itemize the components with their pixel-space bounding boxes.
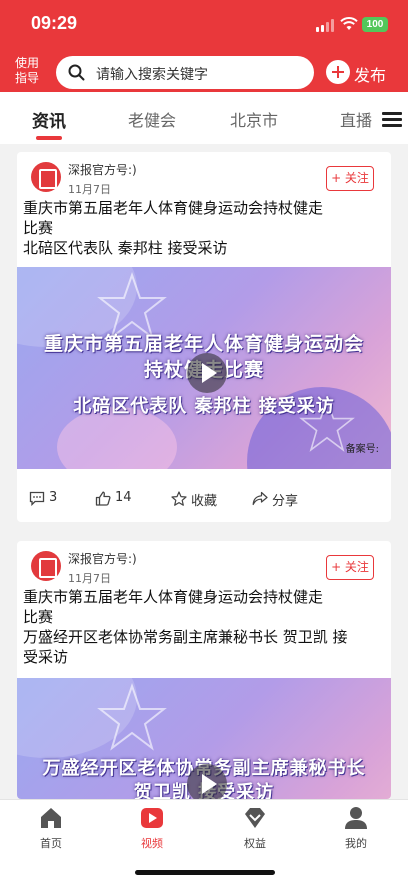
post-title-line: 北碚区代表队 秦邦柱 接受采访 <box>23 239 228 257</box>
follow-button[interactable]: + 关注 <box>326 555 374 580</box>
plus-icon <box>326 60 350 84</box>
comment-icon <box>29 491 45 506</box>
nav-video[interactable]: 视频 <box>122 806 182 850</box>
post-title-line: 比赛 <box>23 608 54 626</box>
status-time: 09:29 <box>31 13 78 33</box>
nav-benefits-label: 权益 <box>244 837 266 850</box>
usage-guide-label-line1: 使用 <box>14 56 39 70</box>
post-title-line: 比赛 <box>23 219 54 237</box>
wifi-icon <box>340 17 358 30</box>
tab-beijing[interactable]: 北京市 <box>230 107 278 131</box>
follow-button[interactable]: + 关注 <box>326 166 374 191</box>
video-caption-line: 重庆市第五届老年人体育健身运动会 <box>43 333 364 355</box>
usage-guide-button[interactable]: 使用 指导 <box>10 56 44 86</box>
star-decor-icon <box>97 682 167 751</box>
post-title-line: 受采访 <box>23 648 69 666</box>
like-count: 14 <box>115 490 132 505</box>
active-tab-indicator <box>36 136 62 140</box>
cellular-signal-icon <box>316 19 336 32</box>
video-thumbnail[interactable]: 重庆市第五届老年人体育健身运动会 持杖健走比赛 北碚区代表队 秦邦柱 接受采访 … <box>17 267 391 469</box>
home-indicator <box>135 870 275 875</box>
post-date: 11月7日 <box>68 183 111 196</box>
category-tabs: 资讯 老健会 北京市 直播 <box>0 92 408 144</box>
search-icon <box>68 64 85 81</box>
favorite-label: 收藏 <box>191 494 218 509</box>
post-actions: 3 14 收藏 分享 <box>17 477 391 521</box>
search-placeholder: 请输入搜索关键字 <box>96 67 208 83</box>
post-title-line: 万盛经开区老体协常务副主席兼秘书长 贺卫凯 接 <box>23 628 348 646</box>
post-date: 11月7日 <box>68 572 111 585</box>
nav-home[interactable]: 首页 <box>21 806 81 850</box>
video-caption-line: 北碚区代表队 秦邦柱 接受采访 <box>73 396 335 417</box>
post-title[interactable]: 重庆市第五届老年人体育健身运动会持杖健走 比赛 万盛经开区老体协常务副主席兼秘书… <box>23 587 383 667</box>
news-card[interactable]: 深报官方号:) 11月7日 + 关注 重庆市第五届老年人体育健身运动会持杖健走 … <box>17 541 391 799</box>
publish-label: 发布 <box>354 66 387 85</box>
tab-live[interactable]: 直播 <box>340 107 372 131</box>
person-icon <box>345 807 367 829</box>
nav-video-label: 视频 <box>141 837 163 850</box>
nav-mine[interactable]: 我的 <box>326 806 386 850</box>
tab-news[interactable]: 资讯 <box>32 107 66 132</box>
diamond-icon <box>245 808 265 828</box>
nav-benefits[interactable]: 权益 <box>225 806 285 850</box>
comment-count: 3 <box>49 490 58 505</box>
play-button-icon[interactable] <box>187 353 227 393</box>
video-thumbnail[interactable]: 万盛经开区老体协常务副主席兼秘书长 贺卫凯 接受采访 <box>17 678 391 799</box>
post-title-line: 重庆市第五届老年人体育健身运动会持杖健走 <box>23 588 324 606</box>
play-button-icon[interactable] <box>187 764 227 799</box>
news-card[interactable]: 深报官方号:) 11月7日 + 关注 重庆市第五届老年人体育健身运动会持杖健走 … <box>17 152 391 522</box>
share-label: 分享 <box>272 494 299 509</box>
thumbs-up-icon <box>95 491 111 506</box>
record-number-label: 备案号: <box>345 444 379 455</box>
tab-elderly-games[interactable]: 老健会 <box>128 107 176 131</box>
battery-icon: 100 <box>362 17 388 32</box>
author-name[interactable]: 深报官方号:) <box>68 161 137 178</box>
usage-guide-label-line2: 指导 <box>14 71 39 85</box>
app-header: 09:29 100 使用 指导 请输入搜索关键字 发布 <box>0 0 408 92</box>
video-icon <box>141 808 163 828</box>
menu-icon[interactable] <box>382 112 402 128</box>
nav-home-label: 首页 <box>40 837 62 850</box>
author-name[interactable]: 深报官方号:) <box>68 550 137 567</box>
nav-mine-label: 我的 <box>345 837 367 850</box>
star-icon <box>171 491 187 506</box>
search-input[interactable]: 请输入搜索关键字 <box>56 56 314 89</box>
author-avatar[interactable] <box>31 551 61 581</box>
post-title-line: 重庆市第五届老年人体育健身运动会持杖健走 <box>23 199 324 217</box>
share-icon <box>252 491 268 506</box>
status-bar: 09:29 100 <box>0 0 408 48</box>
post-title[interactable]: 重庆市第五届老年人体育健身运动会持杖健走 比赛 北碚区代表队 秦邦柱 接受采访 <box>23 198 383 258</box>
author-avatar[interactable] <box>31 162 61 192</box>
home-icon <box>41 808 61 828</box>
